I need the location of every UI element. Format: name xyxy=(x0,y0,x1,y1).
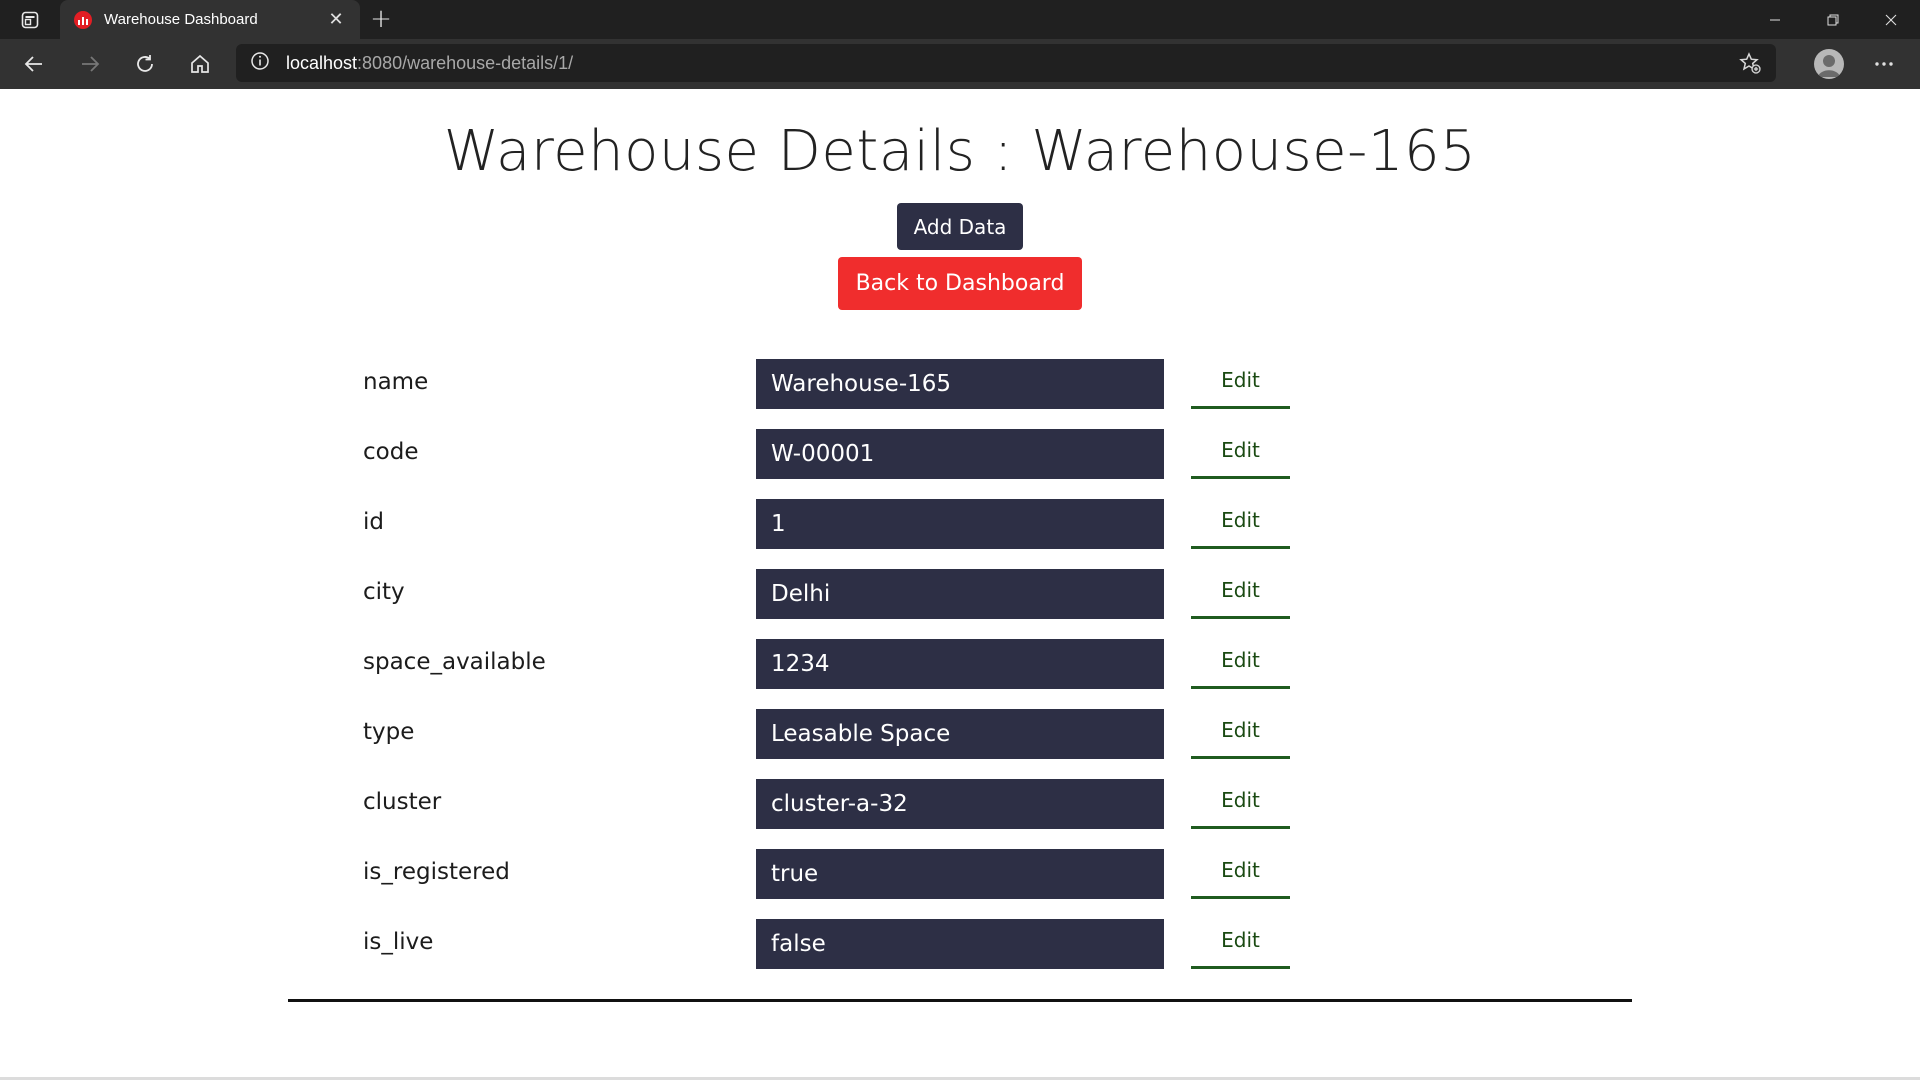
field-value-space-available: 1234 xyxy=(756,639,1164,689)
more-options-icon[interactable] xyxy=(1866,49,1902,79)
field-value-city: Delhi xyxy=(756,569,1164,619)
browser-tab-bar: Warehouse Dashboard ✕ + xyxy=(0,0,1920,39)
edit-type-button[interactable]: Edit xyxy=(1191,709,1290,759)
back-to-dashboard-button[interactable]: Back to Dashboard xyxy=(838,257,1082,310)
field-label: id xyxy=(363,509,384,535)
edit-id-button[interactable]: Edit xyxy=(1191,499,1290,549)
edit-code-button[interactable]: Edit xyxy=(1191,429,1290,479)
home-icon[interactable] xyxy=(182,46,218,82)
field-value-is-live: false xyxy=(756,919,1164,969)
tab-actions-icon[interactable] xyxy=(14,8,46,32)
field-value-cluster: cluster-a-32 xyxy=(756,779,1164,829)
field-value-type: Leasable Space xyxy=(756,709,1164,759)
field-label: city xyxy=(363,579,405,605)
browser-toolbar: localhost:8080/warehouse-details/1/ xyxy=(0,39,1920,89)
dashboard-favicon-icon xyxy=(74,10,92,29)
browser-tab-active[interactable]: Warehouse Dashboard ✕ xyxy=(60,0,360,39)
field-label: name xyxy=(363,369,429,395)
address-bar[interactable]: localhost:8080/warehouse-details/1/ xyxy=(236,44,1776,82)
page-content: Warehouse Details : Warehouse-165 Add Da… xyxy=(0,89,1920,1080)
add-data-button[interactable]: Add Data xyxy=(897,203,1023,250)
window-controls xyxy=(1746,0,1920,39)
edit-is-registered-button[interactable]: Edit xyxy=(1191,849,1290,899)
field-label: is_live xyxy=(363,929,434,955)
url-host: localhost xyxy=(286,52,358,73)
field-label: code xyxy=(363,439,419,465)
field-value-id: 1 xyxy=(756,499,1164,549)
url-path: :8080/warehouse-details/1/ xyxy=(357,52,574,73)
field-row-space-available: space_available 1234 Edit xyxy=(0,639,1920,689)
field-label: space_available xyxy=(363,649,546,675)
field-row-type: type Leasable Space Edit xyxy=(0,709,1920,759)
tab-close-icon[interactable]: ✕ xyxy=(326,9,346,30)
refresh-icon[interactable] xyxy=(127,46,163,82)
field-row-is-live: is_live false Edit xyxy=(0,919,1920,969)
field-label: type xyxy=(363,719,415,745)
edit-is-live-button[interactable]: Edit xyxy=(1191,919,1290,969)
forward-arrow-icon[interactable] xyxy=(72,46,108,82)
field-row-id: id 1 Edit xyxy=(0,499,1920,549)
field-value-is-registered: true xyxy=(756,849,1164,899)
field-value-code: W-00001 xyxy=(756,429,1164,479)
add-favorite-icon[interactable] xyxy=(1738,51,1762,79)
edit-cluster-button[interactable]: Edit xyxy=(1191,779,1290,829)
new-tab-icon[interactable]: + xyxy=(366,4,396,34)
page-title: Warehouse Details : Warehouse-165 xyxy=(443,119,1477,184)
field-row-is-registered: is_registered true Edit xyxy=(0,849,1920,899)
field-row-name: name Warehouse-165 Edit xyxy=(0,359,1920,409)
field-row-code: code W-00001 Edit xyxy=(0,429,1920,479)
back-arrow-icon[interactable] xyxy=(16,46,52,82)
field-value-name: Warehouse-165 xyxy=(756,359,1164,409)
profile-avatar-icon[interactable] xyxy=(1814,49,1844,79)
section-divider xyxy=(288,999,1632,1002)
restore-icon[interactable] xyxy=(1804,0,1862,39)
minimize-icon[interactable] xyxy=(1746,0,1804,39)
url-text: localhost:8080/warehouse-details/1/ xyxy=(286,53,573,74)
field-label: cluster xyxy=(363,789,442,815)
field-row-city: city Delhi Edit xyxy=(0,569,1920,619)
edit-space-available-button[interactable]: Edit xyxy=(1191,639,1290,689)
close-window-icon[interactable] xyxy=(1862,0,1920,39)
field-row-cluster: cluster cluster-a-32 Edit xyxy=(0,779,1920,829)
site-info-icon[interactable] xyxy=(250,51,270,75)
edit-name-button[interactable]: Edit xyxy=(1191,359,1290,409)
tab-title: Warehouse Dashboard xyxy=(104,11,258,28)
edit-city-button[interactable]: Edit xyxy=(1191,569,1290,619)
field-label: is_registered xyxy=(363,859,510,885)
